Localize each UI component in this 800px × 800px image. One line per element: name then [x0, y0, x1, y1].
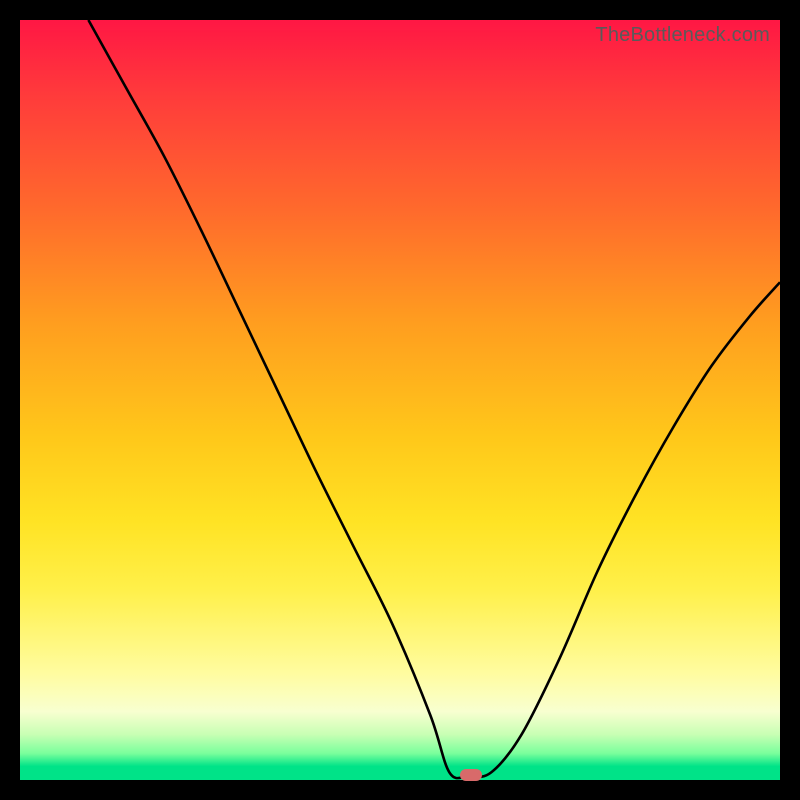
line-series — [88, 20, 780, 778]
watermark-text: TheBottleneck.com — [595, 24, 770, 47]
bottleneck-curve — [20, 20, 780, 780]
chart-frame: TheBottleneck.com — [0, 0, 800, 800]
optimal-marker — [460, 769, 482, 781]
chart-plot-area: TheBottleneck.com — [20, 20, 780, 780]
